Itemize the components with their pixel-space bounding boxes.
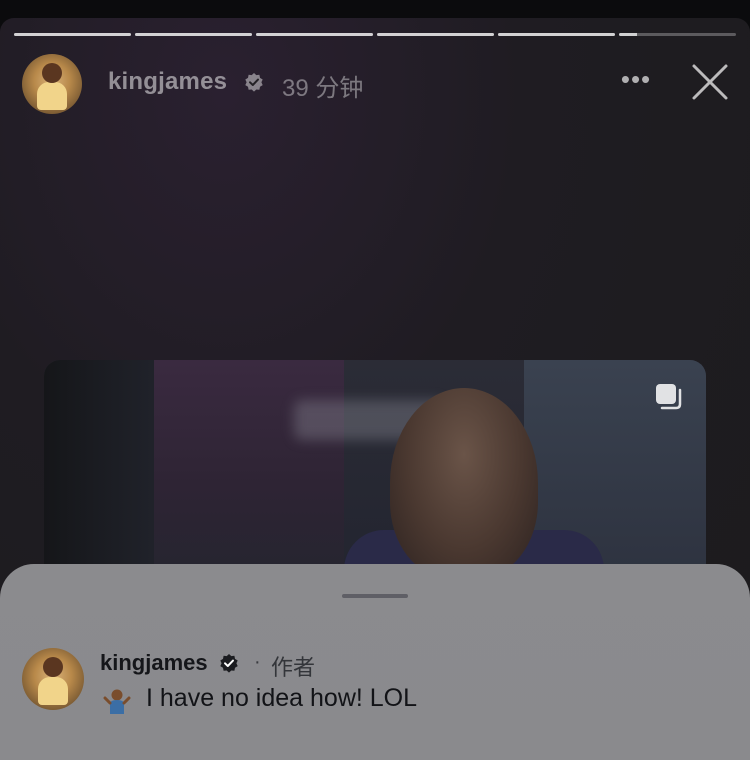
more-icon: ••• <box>620 64 652 94</box>
comment-avatar[interactable] <box>22 648 84 710</box>
more-options-button[interactable]: ••• <box>619 66 653 100</box>
progress-segment <box>498 33 615 36</box>
verified-badge-icon <box>245 73 263 92</box>
story-progress <box>14 33 736 37</box>
progress-segment <box>619 33 736 36</box>
comments-sheet[interactable]: kingjames · 作者 I have no idea how! LOL <box>0 564 750 760</box>
comment-text: I have no idea how! LOL <box>146 684 418 712</box>
author-tag: 作者 <box>271 655 316 680</box>
progress-segment <box>135 33 252 36</box>
separator-dot: · <box>254 651 261 673</box>
close-icon[interactable] <box>690 62 730 102</box>
avatar[interactable] <box>22 54 82 114</box>
progress-segment <box>377 33 494 36</box>
story-timestamp: 39 分钟 <box>282 75 364 102</box>
story-header: kingjames 39 分钟 ••• <box>22 54 730 114</box>
comment-username[interactable]: kingjames <box>100 650 208 676</box>
verified-badge-icon <box>220 654 238 673</box>
progress-segment <box>256 33 373 36</box>
story-media[interactable] <box>44 360 706 570</box>
multi-media-icon <box>656 384 682 410</box>
progress-segment <box>14 33 131 36</box>
person-shrugging-emoji-icon <box>103 689 131 714</box>
sheet-grabber[interactable] <box>342 594 408 598</box>
story-username[interactable]: kingjames <box>108 68 227 96</box>
